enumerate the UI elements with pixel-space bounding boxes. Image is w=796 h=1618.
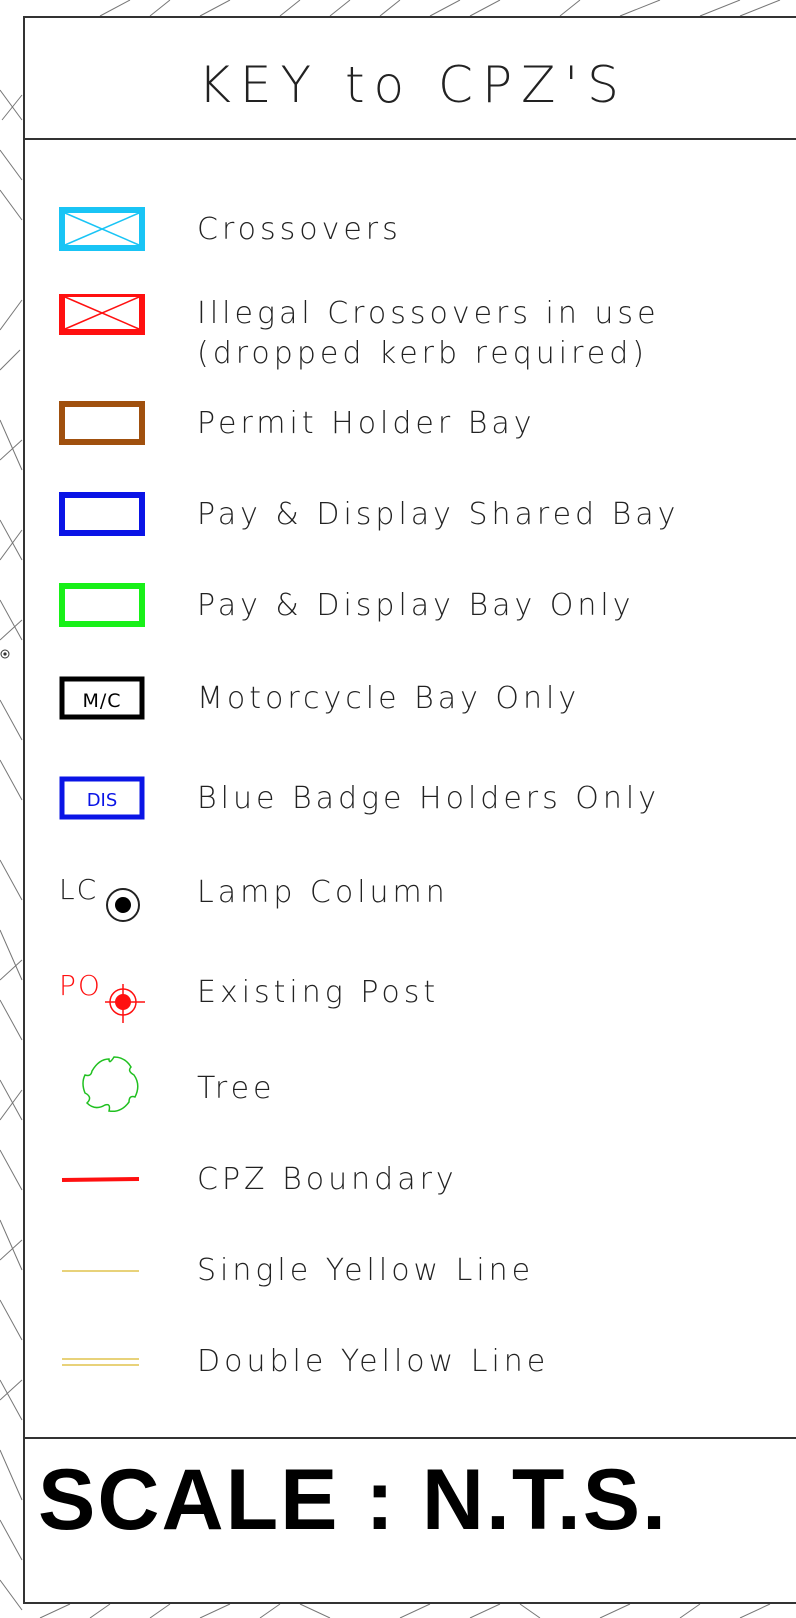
legend-label-pay-display: Pay & Display Bay Only — [197, 588, 635, 623]
legend-row-existing-post: PO Existing Post — [25, 963, 785, 1023]
legend-row-single-yellow: Single Yellow Line — [25, 1241, 785, 1301]
legend-label-cpz-boundary: CPZ Boundary — [197, 1162, 458, 1197]
legend-label-double-yellow: Double Yellow Line — [197, 1344, 550, 1379]
legend-label-tree: Tree — [197, 1071, 276, 1106]
lamp-symbol-text: LC — [59, 873, 98, 906]
legend-label-illegal-crossovers: Illegal Crossovers in use (dropped kerb … — [197, 294, 660, 374]
legend-row-cpz-boundary: CPZ Boundary — [25, 1150, 785, 1210]
single-yellow-line-icon — [59, 1241, 149, 1301]
blue-badge-symbol-text: DIS — [87, 790, 118, 811]
cpz-key-panel: KEY to CPZ'S Crossovers Illegal Crossove… — [23, 16, 796, 1604]
blue-badge-symbol-icon: DIS — [59, 769, 149, 829]
scale-note: SCALE : N.T.S. — [38, 1452, 669, 1548]
legend-row-shared-bay: Pay & Display Shared Bay — [25, 485, 785, 545]
legend-label-existing-post: Existing Post — [197, 975, 440, 1010]
legend-row-crossovers: Crossovers — [25, 200, 785, 260]
legend-row-illegal-crossovers: Illegal Crossovers in use (dropped kerb … — [25, 294, 785, 371]
key-title: KEY to CPZ'S — [198, 56, 628, 114]
legend-row-tree: Tree — [25, 1056, 785, 1119]
title-divider — [25, 138, 796, 140]
double-yellow-line-icon — [59, 1332, 149, 1392]
tree-symbol-icon — [59, 1056, 149, 1119]
scale-divider — [25, 1437, 796, 1439]
legend-label-permit-holder: Permit Holder Bay — [197, 406, 536, 441]
motorcycle-symbol-text: M/C — [82, 690, 121, 712]
legend-label-lamp-column: Lamp Column — [197, 875, 449, 910]
post-symbol-text: PO — [59, 969, 102, 1002]
illegal-label-line2: (dropped kerb required) — [197, 336, 648, 371]
legend-label-blue-badge: Blue Badge Holders Only — [197, 781, 661, 816]
legend-row-double-yellow: Double Yellow Line — [25, 1332, 785, 1392]
motorcycle-bay-symbol-icon: M/C — [59, 669, 149, 729]
cpz-boundary-line-icon — [59, 1150, 149, 1210]
permit-bay-symbol-icon — [59, 394, 149, 454]
lamp-column-symbol-icon: LC — [59, 863, 149, 923]
legend-row-blue-badge: DIS Blue Badge Holders Only — [25, 769, 785, 829]
existing-post-symbol-icon: PO — [59, 963, 149, 1023]
legend-label-motorcycle: Motorcycle Bay Only — [197, 681, 581, 716]
legend-label-single-yellow: Single Yellow Line — [197, 1253, 535, 1288]
legend-row-motorcycle: M/C Motorcycle Bay Only — [25, 669, 785, 729]
illegal-crossover-symbol-icon — [59, 294, 149, 354]
legend-row-permit-holder: Permit Holder Bay — [25, 394, 785, 454]
pay-display-bay-symbol-icon — [59, 576, 149, 636]
shared-bay-symbol-icon — [59, 485, 149, 545]
illegal-label-line1: Illegal Crossovers in use — [197, 296, 660, 331]
crossover-symbol-icon — [59, 200, 149, 260]
legend-label-shared-bay: Pay & Display Shared Bay — [197, 497, 680, 532]
legend-row-pay-display: Pay & Display Bay Only — [25, 576, 785, 636]
legend-row-lamp-column: LC Lamp Column — [25, 863, 785, 923]
legend-label-crossovers: Crossovers — [197, 212, 402, 247]
